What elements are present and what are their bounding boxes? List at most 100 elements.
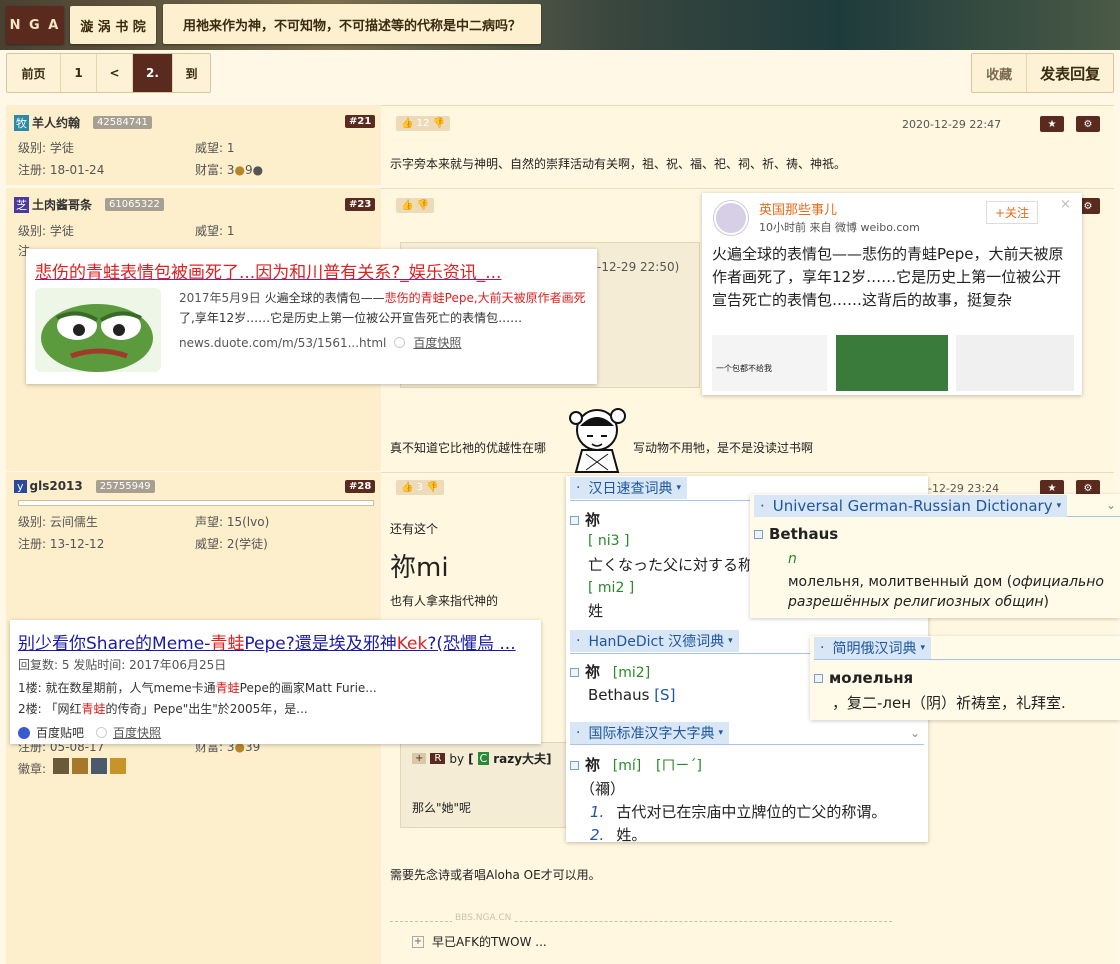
dict-header-handedict[interactable]: · HanDeDict 汉德词典 ▾ — [570, 630, 739, 652]
user-avatar-tag: 牧 — [14, 114, 29, 131]
post-time: 2020-12-29 22:47 — [902, 118, 1002, 131]
play-icon[interactable] — [754, 530, 763, 539]
search-result-card: 悲伤的青蛙表情包被画死了...因为和川普有关系?_娱乐资讯_... 2017年5… — [26, 249, 597, 384]
current-page: 2. — [133, 54, 173, 92]
snapshot-link[interactable]: 百度快照 — [113, 724, 161, 741]
dict-header-intl[interactable]: · 国际标准汉字大字典 ▾ — [570, 722, 729, 744]
dict-header-jp[interactable]: · 汉日速查词典 ▾ — [570, 477, 687, 499]
dict-def: молельня, молитвенный дом (официально ра… — [788, 574, 1104, 610]
dict-word: молельня — [814, 669, 913, 687]
source-name[interactable]: 百度贴吧 — [36, 724, 84, 741]
nga-logo[interactable]: N G A — [6, 6, 64, 44]
goto-page-button[interactable]: 到 — [173, 54, 210, 92]
dict-word: 祢 — [570, 509, 600, 530]
weibo-avatar[interactable] — [714, 201, 748, 235]
forum-name-link[interactable]: 漩 涡 书 院 — [70, 6, 156, 44]
post-reply-button[interactable]: 发表回复 — [1027, 54, 1113, 92]
like-button[interactable]: 👍 3 👎 — [396, 480, 444, 495]
reply-tag-icon: R — [430, 753, 446, 764]
user-reputation: 威望: 2(学徒) — [195, 537, 268, 551]
dict-def: 亡くなった父に対する称 — [588, 556, 754, 574]
dictionary-popup-de-ru: · Universal German-Russian Dictionary ▾ ⌄… — [750, 494, 1120, 618]
favorite-button[interactable]: 收藏 — [972, 54, 1028, 92]
anime-girl-sticker — [562, 402, 632, 474]
dict-word: Bethaus — [754, 525, 838, 543]
dict-def: ，复二-лен（阴）祈祷室，礼拜室. — [832, 694, 1066, 712]
post-content-b: 也有人拿来指代神的 — [390, 594, 499, 608]
post-content-a: 还有这个 — [390, 522, 439, 536]
page-back-button[interactable]: < — [97, 54, 133, 92]
username-link[interactable]: 羊人约翰 — [32, 114, 80, 131]
weibo-thumbnail[interactable] — [956, 335, 1074, 391]
badge-icon[interactable] — [110, 758, 126, 774]
floor-number[interactable]: #28 — [345, 480, 376, 493]
dict-pron: [ mi2 ] — [588, 580, 635, 596]
dict-header-de-ru[interactable]: · Universal German-Russian Dictionary ▾ — [754, 495, 1068, 517]
user-id-badge[interactable]: 42584741 — [93, 116, 152, 129]
activity-bar — [18, 500, 374, 506]
star-icon[interactable]: ★ — [1040, 116, 1064, 132]
page-1-button[interactable]: 1 — [61, 54, 97, 92]
floor-number[interactable]: #21 — [345, 115, 376, 128]
user-level: 级别: 学徒 — [18, 141, 74, 155]
weibo-account-name[interactable]: 英国那些事儿 — [759, 199, 837, 218]
badge-icon[interactable] — [72, 758, 88, 774]
user-id-badge[interactable]: 61065322 — [105, 198, 164, 211]
username-link[interactable]: gls2013 — [30, 479, 83, 493]
play-icon[interactable] — [814, 674, 823, 683]
shield-icon — [394, 337, 406, 348]
result-title-link[interactable]: 悲伤的青蛙表情包被画死了...因为和川普有关系?_娱乐资讯_... — [35, 258, 501, 283]
tieba-icon — [18, 726, 30, 739]
dictionary-popup-ru-zh: · 简明俄汉词典 ▾ молельня ，复二-лен（阴）祈祷室，礼拜室. — [810, 636, 1120, 720]
user-level: 级别: 云间儒生 — [18, 515, 98, 529]
dict-def: 姓 — [588, 602, 604, 620]
play-icon[interactable] — [570, 761, 579, 770]
watermark: BBS.NGA.CN — [452, 913, 515, 923]
follow-button[interactable]: +关注 — [986, 201, 1039, 224]
weibo-thumbnail[interactable] — [836, 335, 948, 391]
dict-divider — [814, 659, 1120, 660]
thread-title[interactable]: 用祂来作为神，不可知物，不可描述等的代称是中二病吗？ — [163, 4, 541, 44]
post-content: 示字旁本来就与神明、自然的崇拜活动有关啊，祖、祝、福、祀、祠、祈、祷、神祇。 — [390, 157, 847, 171]
result-url[interactable]: news.duote.com/m/53/1561...html — [179, 336, 386, 350]
quote-username[interactable]: razy大夫] — [493, 750, 551, 767]
expand-icon[interactable]: + — [412, 935, 424, 948]
collapsed-section[interactable]: + 早已AFK的TWOW ... — [412, 933, 547, 950]
prev-page-button[interactable]: 前页 — [7, 54, 61, 92]
user-reputation: 威望: 1 — [195, 141, 235, 155]
user-register-date: 注册: 18-01-24 — [18, 163, 105, 177]
chevron-down-icon[interactable]: ⌄ — [1106, 498, 1116, 512]
username-link[interactable]: 土肉酱哥条 — [32, 196, 92, 213]
post-big-text: 祢mi — [390, 553, 449, 583]
snapshot-link[interactable]: 百度快照 — [413, 334, 461, 351]
dict-pron: [ ni3 ] — [588, 533, 630, 549]
close-icon[interactable]: × — [1060, 197, 1071, 212]
post-28-userline: y gls2013 25755949 — [14, 479, 155, 493]
badge-icon[interactable] — [53, 758, 69, 774]
result-snippet: 2017年5月9日 火遍全球的表情包——悲伤的青蛙Pepe,大前天被原作者画死了… — [179, 291, 586, 325]
play-icon[interactable] — [570, 516, 579, 525]
gear-icon[interactable]: ⚙ — [1076, 116, 1100, 132]
quote-header: + R by [C razy大夫] — [412, 750, 552, 767]
user-reputation: 威望: 1 — [195, 224, 235, 238]
shield-icon — [96, 727, 108, 738]
floor-number[interactable]: #23 — [345, 198, 376, 211]
result-title-link[interactable]: 别少看你Share的Meme-青蛙Pepe?還是埃及邪神Kek?(恐懼烏 ... — [18, 629, 516, 654]
pepe-frog-thumbnail[interactable] — [35, 288, 161, 372]
chevron-down-icon[interactable]: ⌄ — [910, 726, 920, 740]
dict-header-ru-zh[interactable]: · 简明俄汉词典 ▾ — [814, 637, 931, 659]
expand-icon[interactable]: + — [412, 753, 427, 764]
like-button[interactable]: 👍 👎 — [396, 198, 435, 213]
play-icon[interactable] — [570, 668, 579, 677]
user-id-badge[interactable]: 25755949 — [95, 479, 155, 493]
post-content-b: 写动物不用牠，是不是没读过书啊 — [633, 441, 814, 455]
user-avatar-tag: 芝 — [14, 196, 29, 213]
badge-icon[interactable] — [91, 758, 107, 774]
like-button[interactable]: 👍 12 👎 — [396, 116, 451, 131]
dict-pos: n — [788, 551, 797, 567]
weibo-thumbnail[interactable]: 一个包都不给我 — [712, 335, 827, 391]
weibo-meta: 10小时前 来自 微博 weibo.com — [759, 221, 920, 234]
weibo-card: 英国那些事儿 10小时前 来自 微博 weibo.com +关注 × 火遍全球的… — [702, 193, 1082, 395]
dict-divider — [570, 744, 924, 745]
dict-word: 祢 [mi2] — [570, 661, 650, 682]
